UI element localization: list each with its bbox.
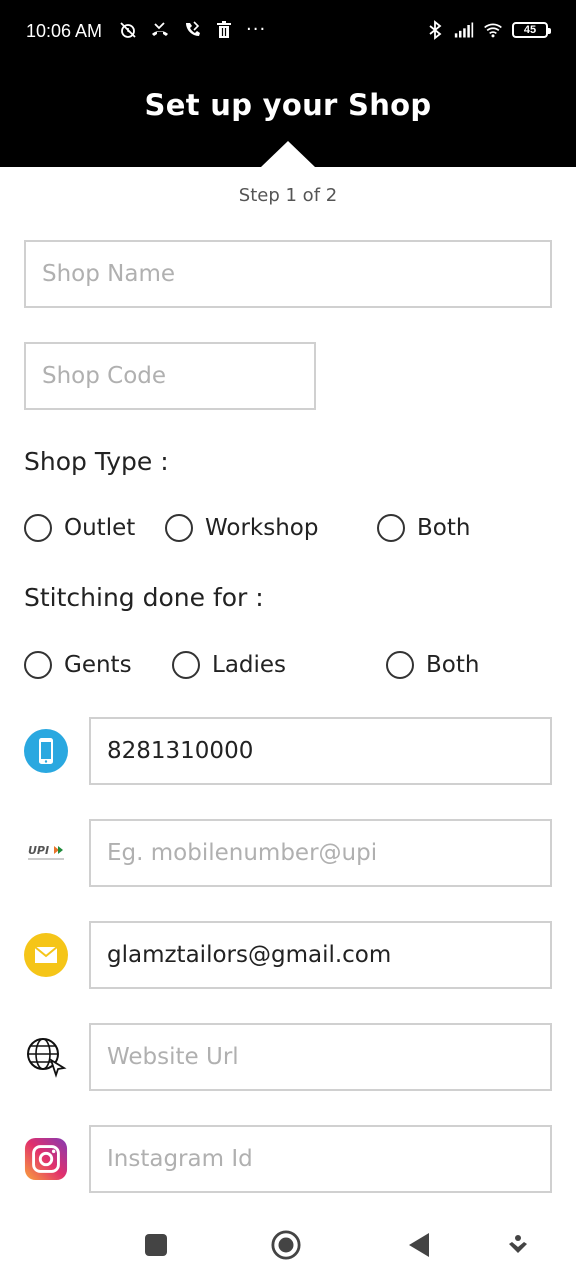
shop-code-placeholder: Shop Code	[42, 363, 167, 389]
radio-label: Ladies	[212, 652, 287, 678]
status-notification-icons: ···	[118, 20, 266, 40]
app-header: Set up your Shop	[0, 64, 576, 167]
radio-label: Gents	[64, 652, 132, 678]
back-button[interactable]	[404, 1230, 434, 1260]
radio-circle[interactable]	[172, 651, 200, 679]
svg-text:UPI: UPI	[28, 844, 49, 857]
website-icon	[24, 1035, 68, 1079]
radio-circle[interactable]	[386, 651, 414, 679]
status-time: 10:06 AM	[26, 21, 103, 41]
assistant-icon	[509, 1235, 527, 1253]
upi-input[interactable]: Eg. mobilenumber@upi	[89, 819, 552, 887]
square-icon	[145, 1234, 167, 1256]
system-nav-bar	[0, 1210, 576, 1280]
radio-label: Both	[417, 515, 471, 541]
battery-level: 45	[523, 24, 537, 36]
shop-name-placeholder: Shop Name	[42, 261, 176, 287]
page-title: Set up your Shop	[144, 88, 432, 122]
email-value: glamztailors@gmail.com	[107, 942, 392, 968]
call-forward-icon	[186, 21, 200, 36]
radio-label: Workshop	[205, 515, 319, 541]
battery-icon: 45	[512, 22, 551, 38]
website-placeholder: Website Url	[107, 1044, 239, 1070]
radio-label: Both	[426, 652, 480, 678]
shop-type-label: Shop Type :	[24, 447, 169, 476]
radio-shop-type-outlet[interactable]: Outlet	[24, 514, 135, 542]
missed-call-icon	[152, 22, 168, 36]
instagram-input[interactable]: Instagram Id	[89, 1125, 552, 1193]
stitching-for-label: Stitching done for :	[24, 583, 264, 612]
back-triangle-icon	[409, 1233, 429, 1257]
recents-button[interactable]	[141, 1230, 171, 1260]
shop-type-radio-group: Outlet Workshop Both	[0, 514, 576, 546]
radio-shop-type-both[interactable]: Both	[377, 514, 470, 542]
shop-code-input[interactable]: Shop Code	[24, 342, 316, 410]
phone-icon	[24, 729, 68, 773]
radio-circle[interactable]	[24, 651, 52, 679]
radio-stitching-ladies[interactable]: Ladies	[172, 651, 286, 679]
email-input[interactable]: glamztailors@gmail.com	[89, 921, 552, 989]
radio-stitching-both[interactable]: Both	[386, 651, 479, 679]
website-input[interactable]: Website Url	[89, 1023, 552, 1091]
upi-placeholder: Eg. mobilenumber@upi	[107, 840, 378, 866]
more-dots-icon: ···	[246, 19, 267, 40]
step-indicator: Step 1 of 2	[238, 185, 338, 206]
trash-icon	[217, 21, 231, 38]
radio-label: Outlet	[64, 515, 136, 541]
radio-shop-type-workshop[interactable]: Workshop	[165, 514, 318, 542]
status-system-icons: 45	[425, 20, 551, 40]
instagram-icon	[24, 1137, 68, 1181]
shop-name-input[interactable]: Shop Name	[24, 240, 552, 308]
email-icon	[24, 933, 68, 977]
header-pointer	[261, 141, 315, 167]
assistant-button[interactable]	[503, 1230, 533, 1260]
status-bar: 10:06 AM ··· 45	[0, 0, 576, 64]
radio-stitching-gents[interactable]: Gents	[24, 651, 132, 679]
radio-circle[interactable]	[24, 514, 52, 542]
radio-circle[interactable]	[377, 514, 405, 542]
phone-input[interactable]: 8281310000	[89, 717, 552, 785]
phone-value: 8281310000	[107, 738, 254, 764]
circle-home-icon	[271, 1230, 301, 1260]
signal-icon	[454, 22, 474, 38]
bluetooth-icon	[429, 20, 442, 40]
instagram-placeholder: Instagram Id	[107, 1146, 253, 1172]
home-button[interactable]	[271, 1230, 301, 1260]
wifi-icon	[484, 23, 502, 38]
stitching-for-radio-group: Gents Ladies Both	[0, 651, 576, 683]
radio-circle[interactable]	[165, 514, 193, 542]
upi-icon: UPI	[24, 831, 68, 875]
alarm-off-icon	[120, 22, 136, 38]
